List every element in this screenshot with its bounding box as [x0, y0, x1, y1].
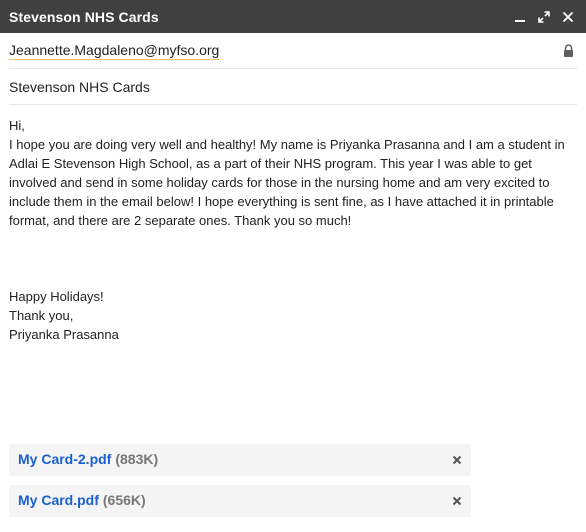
- window-controls: [510, 7, 586, 27]
- body-paragraph: Hi, I hope you are doing very well and h…: [9, 118, 565, 228]
- body-signoff: Happy Holidays! Thank you, Priyanka Pras…: [9, 289, 119, 342]
- attachment-size: (883K): [115, 451, 159, 467]
- message-body[interactable]: Hi, I hope you are doing very well and h…: [9, 116, 577, 436]
- attachment-item[interactable]: My Card-2.pdf (883K): [9, 444, 471, 476]
- attachment-name[interactable]: My Card-2.pdf: [18, 451, 111, 467]
- attachment-item[interactable]: My Card.pdf (656K): [9, 485, 471, 517]
- attachment-size: (656K): [102, 492, 146, 508]
- remove-attachment-icon[interactable]: [449, 452, 465, 468]
- subject-field[interactable]: Stevenson NHS Cards: [9, 69, 577, 105]
- subject-text[interactable]: Stevenson NHS Cards: [9, 79, 150, 95]
- remove-attachment-icon[interactable]: [449, 493, 465, 509]
- minimize-icon[interactable]: [510, 7, 530, 27]
- to-field[interactable]: Jeannette.Magdaleno@myfso.org: [9, 33, 577, 69]
- attachment-name[interactable]: My Card.pdf: [18, 492, 99, 508]
- lock-icon: [561, 44, 575, 58]
- compose-titlebar[interactable]: Stevenson NHS Cards: [0, 0, 586, 33]
- window-title: Stevenson NHS Cards: [9, 8, 159, 25]
- close-icon[interactable]: [558, 7, 578, 27]
- expand-icon[interactable]: [534, 7, 554, 27]
- recipient-chip[interactable]: Jeannette.Magdaleno@myfso.org: [9, 41, 220, 60]
